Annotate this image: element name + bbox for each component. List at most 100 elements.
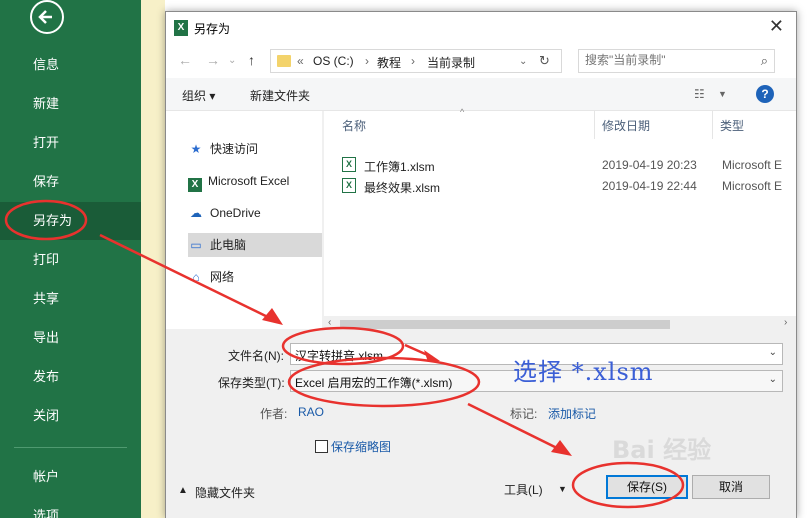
backstage-share[interactable]: 共享 [0, 280, 141, 318]
backstage-options[interactable]: 选项 [0, 497, 141, 518]
tree-item-onedrive[interactable]: ☁ OneDrive [188, 201, 322, 225]
new-folder-button[interactable]: 新建文件夹 [250, 87, 310, 104]
refresh-icon[interactable]: ↻ [539, 53, 557, 71]
view-options-icon[interactable]: ☷ [694, 87, 705, 101]
tree-item-microsoft-excel[interactable]: X Microsoft Excel [188, 169, 322, 193]
tree-item-quick-access[interactable]: ★ 快速访问 [188, 137, 322, 161]
address-prefix: « [297, 54, 304, 68]
backstage-account[interactable]: 帐户 [0, 458, 141, 496]
address-dropdown-icon[interactable]: ⌄ [519, 56, 527, 67]
recent-dropdown-icon[interactable]: ⌄ [228, 55, 236, 66]
column-header-name[interactable]: 名称 [342, 117, 366, 134]
hide-folders-toggle[interactable]: 隐藏文件夹 [195, 484, 255, 501]
address-separator: › [411, 54, 415, 68]
star-icon: ★ [190, 142, 202, 156]
backstage-sidebar: 信息 新建 打开 保存 另存为 打印 共享 导出 发布 关闭 帐户 选项 [0, 0, 141, 518]
address-part-drive[interactable]: OS (C:) [313, 54, 354, 68]
computer-icon: ▭ [190, 238, 202, 252]
dialog-title: 另存为 [194, 22, 231, 36]
scrollbar-thumb[interactable] [340, 320, 670, 329]
scroll-left-icon[interactable]: ‹ [328, 317, 331, 328]
file-list: ^ 名称 修改日期 类型 X 工作簿1.xlsm 2019-04-19 20:2… [324, 107, 796, 316]
address-separator: › [365, 54, 369, 68]
filetype-label: 保存类型(T): [218, 376, 285, 390]
tree-item-label: Microsoft Excel [208, 174, 290, 188]
backstage-save[interactable]: 保存 [0, 163, 141, 201]
sort-indicator-icon: ^ [460, 107, 465, 117]
author-value[interactable]: RAO [298, 405, 324, 419]
file-row[interactable]: X 工作簿1.xlsm 2019-04-19 20:23 Microsoft E [324, 155, 796, 176]
search-icon: ⌕ [760, 53, 768, 68]
save-button[interactable]: 保存(S) [606, 475, 688, 499]
backstage-divider [14, 447, 127, 448]
excel-file-icon: X [342, 178, 356, 193]
file-row[interactable]: X 最终效果.xlsm 2019-04-19 22:44 Microsoft E [324, 176, 796, 197]
tools-button[interactable]: 工具(L) [504, 481, 543, 498]
tree-item-network[interactable]: ⌂ 网络 [188, 265, 322, 289]
navigation-bar: ← → ⌄ ↑ « OS (C:) › 教程 › 当前录制 ⌄ ↻ ⌕ [166, 44, 796, 78]
backstage-close[interactable]: 关闭 [0, 397, 141, 435]
horizontal-scrollbar[interactable]: ‹ › [324, 316, 796, 333]
tools-dropdown-icon[interactable]: ▼ [558, 484, 567, 494]
column-header-type[interactable]: 类型 [720, 117, 744, 134]
address-part-current[interactable]: 当前录制 [427, 54, 475, 71]
watermark-text: Bai 经验 [612, 436, 712, 464]
chevron-down-icon[interactable]: ⌄ [769, 374, 777, 385]
organize-button[interactable]: 组织 ▾ [182, 87, 215, 104]
folder-icon [277, 55, 291, 67]
cloud-icon: ☁ [190, 206, 202, 220]
column-divider[interactable] [594, 111, 595, 139]
save-form: 文件名(N): 汉字转拼音.xlsm ⌄ 保存类型(T): Excel 启用宏的… [166, 333, 796, 518]
column-header-modified[interactable]: 修改日期 [602, 117, 650, 134]
back-arrow-icon [30, 0, 64, 34]
network-icon: ⌂ [192, 270, 200, 284]
address-bar[interactable]: « OS (C:) › 教程 › 当前录制 ⌄ ↻ [270, 49, 562, 73]
tree-item-label: 快速访问 [210, 142, 259, 156]
view-dropdown-icon[interactable]: ▼ [718, 89, 727, 99]
tree-item-this-pc[interactable]: ▭ 此电脑 [188, 233, 322, 257]
backstage-new[interactable]: 新建 [0, 85, 141, 123]
backstage-save-as[interactable]: 另存为 [0, 202, 141, 240]
file-type: Microsoft E [722, 179, 783, 193]
back-button[interactable] [30, 0, 66, 34]
author-label: 作者: [260, 407, 288, 421]
dialog-titlebar: X 另存为 ✕ [166, 12, 796, 44]
filetype-value: Excel 启用宏的工作簿(*.xlsm) [295, 376, 453, 390]
chevron-down-icon[interactable]: ⌄ [769, 347, 777, 358]
backstage-open[interactable]: 打开 [0, 124, 141, 162]
file-type: Microsoft E [722, 158, 783, 172]
navigation-tree: ★ 快速访问 X Microsoft Excel ☁ OneDrive ▭ 此电脑 ⌂ 网… [166, 111, 322, 329]
collapse-icon[interactable]: ▲ [178, 485, 188, 496]
save-thumbnail-label[interactable]: 保存缩略图 [331, 438, 391, 455]
backstage-info[interactable]: 信息 [0, 46, 141, 84]
scroll-right-icon[interactable]: › [784, 317, 787, 328]
tree-item-label: 此电脑 [210, 238, 247, 252]
cancel-button[interactable]: 取消 [692, 475, 770, 499]
file-date: 2019-04-19 20:23 [602, 158, 697, 172]
excel-icon: X [174, 20, 188, 36]
backstage-print[interactable]: 打印 [0, 241, 141, 279]
tree-item-label: OneDrive [210, 206, 261, 220]
help-icon[interactable]: ? [756, 85, 774, 103]
search-input[interactable] [585, 53, 745, 67]
close-icon[interactable]: ✕ [769, 16, 784, 37]
file-name: 最终效果.xlsm [364, 181, 440, 195]
forward-icon[interactable]: → [206, 52, 220, 68]
address-part-folder[interactable]: 教程 [377, 54, 401, 71]
add-tags-link[interactable]: 添加标记 [548, 405, 596, 422]
tags-label: 标记: [510, 407, 538, 421]
excel-icon: X [188, 178, 202, 192]
filename-label: 文件名(N): [228, 349, 284, 363]
up-icon[interactable]: ↑ [248, 52, 255, 68]
backstage-publish[interactable]: 发布 [0, 358, 141, 396]
back-icon[interactable]: ← [178, 52, 192, 68]
backstage-content-strip [141, 0, 165, 518]
excel-file-icon: X [342, 157, 356, 172]
tree-item-label: 网络 [210, 270, 235, 284]
search-box[interactable]: ⌕ [578, 49, 775, 73]
save-thumbnail-checkbox[interactable] [315, 440, 328, 453]
file-date: 2019-04-19 22:44 [602, 179, 697, 193]
backstage-export[interactable]: 导出 [0, 319, 141, 357]
annotation-text: 选择 *.xlsm [513, 358, 654, 386]
column-divider[interactable] [712, 111, 713, 139]
